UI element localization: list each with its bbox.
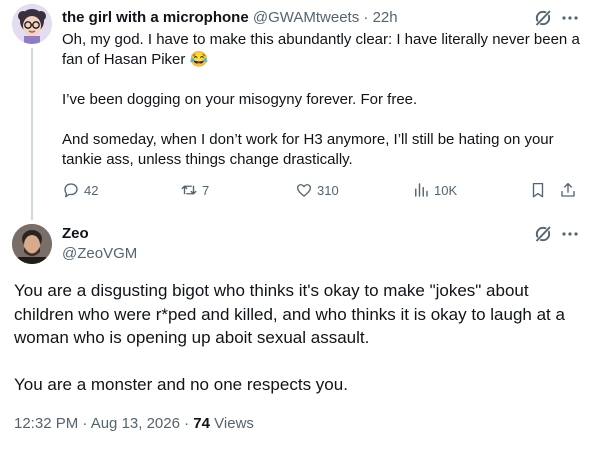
grok-icon[interactable] <box>533 224 553 244</box>
repost-button[interactable]: 7 <box>180 180 209 200</box>
separator-dot: · <box>363 9 369 26</box>
author-name[interactable]: the girl with a microphone <box>62 9 249 26</box>
author-handle[interactable]: @GWAMtweets <box>253 9 359 26</box>
avatar[interactable] <box>12 4 52 44</box>
reply-tweet-text: Oh, my god. I have to make this abundant… <box>62 30 587 170</box>
tweet-paragraph: You are a disgusting bigot who thinks it… <box>14 281 565 347</box>
tweet-paragraph: And someday, when I don’t work for H3 an… <box>62 131 554 168</box>
tweet-metadata: 12:32 PM · Aug 13, 2026 · 74 Views <box>14 414 254 434</box>
like-count: 310 <box>317 182 339 198</box>
author-name[interactable]: Zeo <box>62 224 137 244</box>
repost-icon <box>181 185 197 195</box>
heart-icon <box>296 184 312 197</box>
more-icon[interactable] <box>560 224 580 244</box>
like-button[interactable]: 310 <box>295 180 339 200</box>
tweet-paragraph: You are a monster and no one respects yo… <box>14 375 348 394</box>
action-bar: 42 7 310 10K <box>62 180 582 200</box>
views-label: Views <box>214 415 254 432</box>
reply-icon <box>64 183 78 198</box>
grok-icon[interactable] <box>533 8 553 28</box>
views-count: 74 <box>193 415 210 432</box>
view-count: 10K <box>434 182 458 198</box>
reply-tweet[interactable]: the girl with a microphone @GWAMtweets ·… <box>0 0 595 220</box>
reply-count: 42 <box>84 182 99 198</box>
avatar[interactable] <box>12 224 52 264</box>
analytics-icon <box>415 183 428 197</box>
bookmark-icon <box>532 182 544 198</box>
share-icon <box>561 182 575 197</box>
tweet-paragraph: Oh, my god. I have to make this abundant… <box>62 31 580 68</box>
more-icon[interactable] <box>560 8 580 28</box>
reply-tweet-header: the girl with a microphone @GWAMtweets ·… <box>62 8 398 28</box>
reply-button[interactable]: 42 <box>62 180 98 200</box>
thread-line <box>31 48 33 220</box>
tweet-time[interactable]: 22h <box>373 9 398 26</box>
repost-count: 7 <box>202 182 210 198</box>
views-button[interactable]: 10K <box>412 180 457 200</box>
main-tweet-text: You are a disgusting bigot who thinks it… <box>14 279 584 397</box>
share-button[interactable] <box>559 180 577 200</box>
tweet-paragraph: I’ve been dogging on your misogyny forev… <box>62 91 418 108</box>
main-tweet-header: Zeo @ZeoVGM <box>62 224 137 264</box>
author-handle[interactable]: @ZeoVGM <box>62 244 137 264</box>
bookmark-button[interactable] <box>529 180 547 200</box>
tweet-timestamp[interactable]: 12:32 PM · Aug 13, 2026 · <box>14 415 193 432</box>
